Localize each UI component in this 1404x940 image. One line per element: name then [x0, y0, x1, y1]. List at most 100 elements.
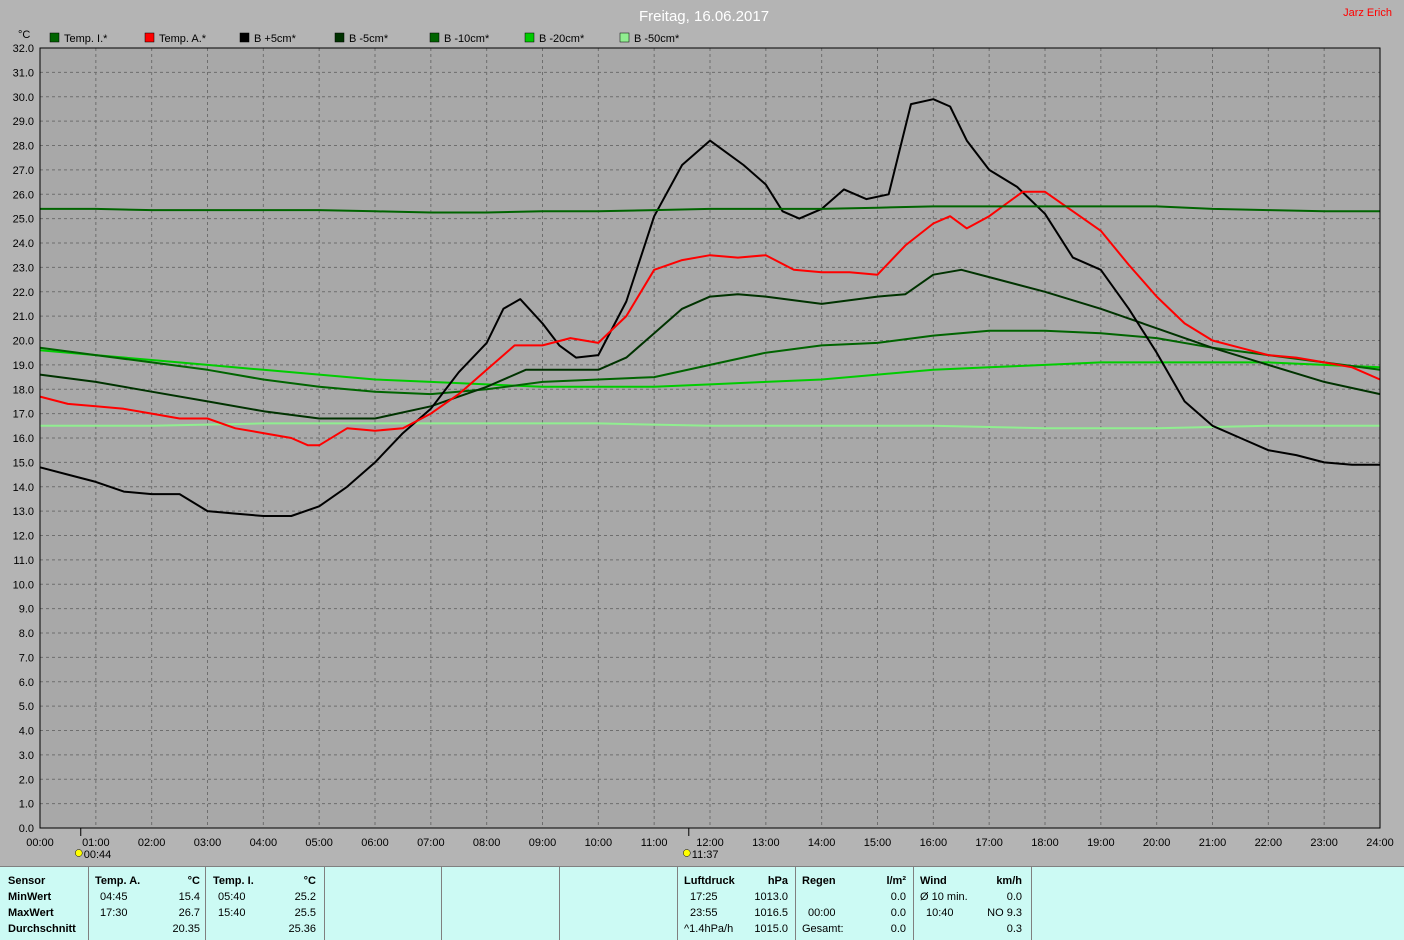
- wind-header: Wind: [920, 875, 947, 887]
- y-tick-label: 0.0: [19, 823, 34, 835]
- x-tick-label: 19:00: [1087, 837, 1115, 849]
- y-tick-label: 3.0: [19, 750, 34, 762]
- x-tick-label: 14:00: [808, 837, 836, 849]
- temp-i-min-val: 25.2: [294, 891, 316, 903]
- y-tick-label: 8.0: [19, 628, 34, 640]
- x-tick-label: 21:00: [1199, 837, 1227, 849]
- unit-label: °C: [18, 29, 30, 41]
- row-label-max: MaxWert: [8, 907, 54, 919]
- legend-swatch: [619, 32, 630, 43]
- wind-gust-val: NO 9.3: [987, 907, 1022, 919]
- legend-label: B -10cm*: [444, 33, 490, 45]
- chart: Freitag, 16.06.2017 Jarz Erich °C Temp. …: [13, 7, 1394, 861]
- temp-a-min-time: 04:45: [100, 891, 128, 903]
- x-tick-label: 05:00: [305, 837, 333, 849]
- y-tick-label: 2.0: [19, 774, 34, 786]
- y-tick-label: 23.0: [13, 262, 34, 274]
- y-tick-label: 4.0: [19, 726, 34, 738]
- y-tick-label: 27.0: [13, 165, 34, 177]
- temp-a-min-val: 15.4: [178, 891, 200, 903]
- legend-swatch: [144, 32, 155, 43]
- y-tick-label: 13.0: [13, 506, 34, 518]
- legend-label: B -20cm*: [539, 33, 585, 45]
- rain-unit: l/m²: [886, 875, 906, 887]
- temp-a-avg: 20.35: [172, 923, 200, 935]
- divider: [913, 867, 914, 940]
- rain-val-2: 0.0: [890, 907, 906, 919]
- temp-a-max-time: 17:30: [100, 907, 128, 919]
- divider: [677, 867, 678, 940]
- pressure-min-val: 1013.0: [754, 891, 788, 903]
- pressure-min-time: 17:25: [690, 891, 718, 903]
- x-tick-label: 13:00: [752, 837, 780, 849]
- temp-i-header: Temp. I.: [213, 875, 254, 887]
- legend: Temp. I.* Temp. A.* B +5cm* B -5cm* B -10cm*…: [49, 32, 680, 45]
- y-tick-label: 29.0: [13, 116, 34, 128]
- wind-current-val: 0.3: [1006, 923, 1022, 935]
- marker-label: 11:37: [692, 849, 719, 861]
- y-tick-label: 16.0: [13, 433, 34, 445]
- rain-time: 00:00: [808, 907, 836, 919]
- divider: [795, 867, 796, 940]
- temp-i-max-val: 25.5: [294, 907, 316, 919]
- x-tick-label: 16:00: [920, 837, 948, 849]
- temp-i-avg: 25.36: [288, 923, 316, 935]
- legend-swatch: [49, 32, 60, 43]
- wind-unit: km/h: [996, 875, 1022, 887]
- x-tick-label: 09:00: [529, 837, 557, 849]
- x-tick-label: 01:00: [82, 837, 110, 849]
- x-tick-label: 20:00: [1143, 837, 1171, 849]
- divider: [441, 867, 442, 940]
- legend-label: B -5cm*: [349, 33, 389, 45]
- marker-label: 00:44: [84, 849, 112, 861]
- sun-icon: [683, 849, 691, 857]
- x-tick-label: 07:00: [417, 837, 445, 849]
- pressure-header: Luftdruck: [684, 875, 735, 887]
- pressure-trend: ^1.4hPa/h: [684, 923, 734, 935]
- legend-label: Temp. I.*: [64, 33, 108, 45]
- legend-label: B -50cm*: [634, 33, 680, 45]
- y-tick-label: 32.0: [13, 43, 34, 55]
- temp-i-min-time: 05:40: [218, 891, 246, 903]
- y-tick-label: 12.0: [13, 531, 34, 543]
- y-tick-label: 5.0: [19, 701, 34, 713]
- markers: 00:44 11:37: [75, 828, 719, 861]
- x-tick-label: 15:00: [864, 837, 892, 849]
- rain-header: Regen: [802, 875, 836, 887]
- legend-label: B +5cm*: [254, 33, 297, 45]
- y-tick-label: 21.0: [13, 311, 34, 323]
- temp-i-max-time: 15:40: [218, 907, 246, 919]
- y-tick-label: 25.0: [13, 214, 34, 226]
- y-tick-label: 1.0: [19, 799, 34, 811]
- y-tick-label: 9.0: [19, 604, 34, 616]
- wind-avg-label: Ø 10 min.: [920, 891, 968, 903]
- divider: [559, 867, 560, 940]
- rain-total-label: Gesamt:: [802, 923, 844, 935]
- row-label-min: MinWert: [8, 891, 52, 903]
- legend-swatch: [429, 32, 440, 43]
- rain-total-val: 0.0: [890, 923, 906, 935]
- y-tick-label: 10.0: [13, 579, 34, 591]
- y-tick-label: 22.0: [13, 287, 34, 299]
- pressure-current: 1015.0: [754, 923, 788, 935]
- y-tick-label: 19.0: [13, 360, 34, 372]
- x-tick-label: 06:00: [361, 837, 389, 849]
- legend-swatch: [524, 32, 535, 43]
- divider: [1031, 867, 1032, 940]
- temp-a-header: Temp. A.: [95, 875, 141, 887]
- pressure-max-val: 1016.5: [754, 907, 788, 919]
- temp-a-unit: °C: [187, 875, 200, 887]
- row-label-avg: Durchschnitt: [8, 923, 76, 935]
- x-tick-label: 00:00: [26, 837, 54, 849]
- y-tick-label: 6.0: [19, 677, 34, 689]
- pressure-unit: hPa: [767, 875, 788, 887]
- wind-avg-val: 0.0: [1006, 891, 1022, 903]
- x-tick-label: 23:00: [1310, 837, 1338, 849]
- rain-val-1: 0.0: [890, 891, 906, 903]
- y-tick-label: 17.0: [13, 409, 34, 421]
- y-tick-label: 24.0: [13, 238, 34, 250]
- y-tick-label: 26.0: [13, 189, 34, 201]
- legend-swatch: [334, 32, 345, 43]
- y-tick-label: 11.0: [13, 555, 34, 567]
- chart-title: Freitag, 16.06.2017: [639, 8, 769, 25]
